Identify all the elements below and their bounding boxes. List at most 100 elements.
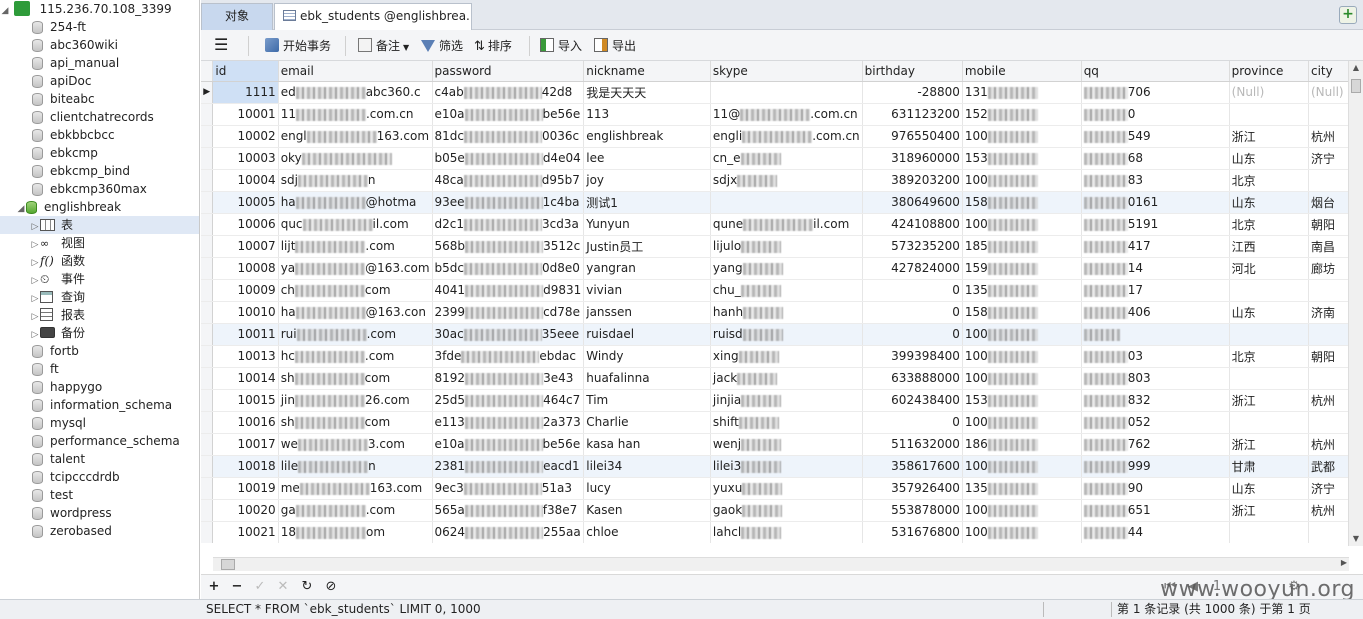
column-header-nickname[interactable]: nickname — [583, 61, 711, 82]
row-indicator[interactable] — [201, 323, 214, 346]
cell-qq[interactable]: 90 — [1081, 477, 1230, 500]
cell-skype[interactable]: ruisd — [710, 323, 863, 346]
vertical-scroll-thumb[interactable] — [1351, 79, 1361, 93]
cell-birthday[interactable]: 602438400 — [862, 389, 963, 412]
database-node[interactable]: api_manual — [0, 54, 199, 72]
cell-mobile[interactable]: 158 — [962, 301, 1082, 324]
tab-objects[interactable]: 对象 — [201, 3, 273, 30]
cell-mobile[interactable]: 100 — [962, 499, 1082, 522]
cell-birthday[interactable]: 511632000 — [862, 433, 963, 456]
cell-nickname[interactable]: 113 — [583, 103, 711, 126]
cell-skype[interactable]: engli .com.cn — [710, 125, 863, 148]
cell-nickname[interactable]: ruisdael — [583, 323, 711, 346]
cell-province[interactable]: 浙江 — [1229, 499, 1310, 522]
cell-city[interactable] — [1308, 521, 1349, 543]
cell-password[interactable]: b5dc 0d8e0 — [432, 257, 585, 280]
cell-mobile[interactable]: 100 — [962, 455, 1082, 478]
cell-birthday[interactable]: 0 — [862, 279, 963, 302]
database-node[interactable]: tcipcccdrdb — [0, 468, 199, 486]
table-row[interactable]: 10020 ga .com 565a f38e7 Kasen gaok 553878000 10… — [201, 499, 1349, 522]
cell-password[interactable]: 2399 cd78e — [432, 301, 585, 324]
table-row[interactable]: 10013 hc .com 3fde ebdac Windy xing 399398400 10… — [201, 345, 1349, 368]
cell-email[interactable]: lijt .com — [278, 235, 433, 258]
cell-skype[interactable]: cn_e — [710, 147, 863, 170]
cell-qq[interactable]: 052 — [1081, 411, 1230, 434]
database-node[interactable]: ebkcmp_bind — [0, 162, 199, 180]
cell-province[interactable]: 浙江 — [1229, 389, 1310, 412]
cell-nickname[interactable]: 我是天天天 — [583, 81, 711, 104]
vertical-scrollbar[interactable]: ▲ ▼ — [1348, 61, 1363, 546]
table-row[interactable]: 10016 sh com e113 2a373 Charlie shift 0 100 052 — [201, 411, 1349, 434]
cell-id[interactable]: 10015 — [212, 389, 279, 412]
column-header-email[interactable]: email — [278, 61, 433, 82]
column-header-qq[interactable]: qq — [1081, 61, 1230, 82]
cell-email[interactable]: 11 .com.cn — [278, 103, 433, 126]
database-node[interactable]: happygo — [0, 378, 199, 396]
add-record-icon[interactable]: + — [205, 578, 223, 596]
cell-city[interactable] — [1308, 323, 1349, 346]
cell-birthday[interactable]: 399398400 — [862, 345, 963, 368]
tree-item-event[interactable]: ▷ ⏲ 事件 — [0, 270, 199, 288]
cell-email[interactable]: ch com — [278, 279, 433, 302]
cell-birthday[interactable]: 631123200 — [862, 103, 963, 126]
cell-qq[interactable]: 406 — [1081, 301, 1230, 324]
cell-password[interactable]: 2381 eacd1 — [432, 455, 585, 478]
cell-email[interactable]: sh com — [278, 411, 433, 434]
table-row[interactable]: 10014 sh com 8192 3e43 huafalinna jack 63388800… — [201, 367, 1349, 390]
table-row[interactable]: 10005 ha @hotma 93ee 1c4ba 测试1 380649600 158 016… — [201, 191, 1349, 214]
cell-skype[interactable]: sdjx — [710, 169, 863, 192]
cell-province[interactable] — [1229, 521, 1310, 543]
tree-item-function[interactable]: ▷ f() 函数 — [0, 252, 199, 270]
row-indicator[interactable] — [201, 477, 214, 500]
cell-nickname[interactable]: Kasen — [583, 499, 711, 522]
cell-province[interactable] — [1229, 103, 1310, 126]
cell-province[interactable]: 甘肃 — [1229, 455, 1310, 478]
cell-password[interactable]: 48ca d95b7 — [432, 169, 585, 192]
cell-id[interactable]: 10004 — [212, 169, 279, 192]
row-indicator[interactable] — [201, 125, 214, 148]
cell-mobile[interactable]: 153 — [962, 389, 1082, 412]
cell-email[interactable]: ha @163.con — [278, 301, 433, 324]
cell-email[interactable]: hc .com — [278, 345, 433, 368]
menu-button[interactable]: ☰ — [214, 37, 228, 55]
cell-id[interactable]: 10019 — [212, 477, 279, 500]
cell-qq[interactable]: 706 — [1081, 81, 1230, 104]
data-grid[interactable]: id email password nickname skype birthday mobi… — [201, 61, 1349, 543]
tree-item-table[interactable]: ▷ 表 — [0, 216, 199, 234]
cell-mobile[interactable]: 185 — [962, 235, 1082, 258]
cell-email[interactable]: quc il.com — [278, 213, 433, 236]
cell-nickname[interactable]: Yunyun — [583, 213, 711, 236]
cell-skype[interactable]: lilei3 — [710, 455, 863, 478]
column-header-skype[interactable]: skype — [710, 61, 863, 82]
horizontal-scrollbar[interactable]: ▶ — [213, 557, 1349, 571]
cell-qq[interactable]: 17 — [1081, 279, 1230, 302]
cell-city[interactable] — [1308, 411, 1349, 434]
begin-transaction-button[interactable]: 开始事务 — [265, 37, 331, 55]
row-indicator[interactable] — [201, 389, 214, 412]
table-row[interactable]: 10017 we 3.com e10a be56e kasa han wenj 5116320… — [201, 433, 1349, 456]
cell-nickname[interactable]: vivian — [583, 279, 711, 302]
cell-skype[interactable]: shift — [710, 411, 863, 434]
cell-province[interactable]: 北京 — [1229, 213, 1310, 236]
cell-id[interactable]: 10006 — [212, 213, 279, 236]
cell-password[interactable]: 3fde ebdac — [432, 345, 585, 368]
cell-nickname[interactable]: lilei34 — [583, 455, 711, 478]
cell-nickname[interactable]: lee — [583, 147, 711, 170]
cell-email[interactable]: we 3.com — [278, 433, 433, 456]
cell-id[interactable]: 10007 — [212, 235, 279, 258]
note-button[interactable]: 备注 ▼ — [358, 37, 409, 55]
cell-nickname[interactable]: Windy — [583, 345, 711, 368]
cell-qq[interactable]: 68 — [1081, 147, 1230, 170]
cell-mobile[interactable]: 135 — [962, 279, 1082, 302]
cell-mobile[interactable]: 152 — [962, 103, 1082, 126]
cell-password[interactable]: e113 2a373 — [432, 411, 585, 434]
tree-item-view[interactable]: ▷ ∞ 视图 — [0, 234, 199, 252]
cell-password[interactable]: 565a f38e7 — [432, 499, 585, 522]
sort-button[interactable]: ⇅ 排序 — [474, 37, 512, 55]
row-indicator[interactable] — [201, 257, 214, 280]
cell-email[interactable]: ga .com — [278, 499, 433, 522]
row-indicator[interactable] — [201, 103, 214, 126]
cell-province[interactable]: 山东 — [1229, 191, 1310, 214]
cell-id[interactable]: 10013 — [212, 345, 279, 368]
cell-birthday[interactable]: 380649600 — [862, 191, 963, 214]
